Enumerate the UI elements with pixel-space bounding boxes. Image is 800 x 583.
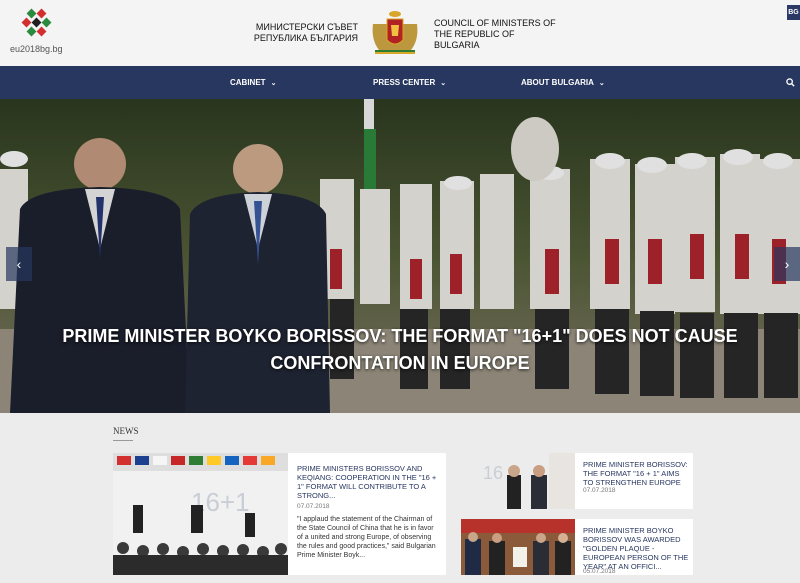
news-section-heading: NEWS <box>113 426 139 436</box>
featured-news-title[interactable]: PRIME MINISTERS BORISSOV AND KEQIANG: CO… <box>297 464 437 500</box>
site-header: eu2018bg.bg МИНИСТЕРСКИ СЪВЕТ РЕПУБЛИКА … <box>0 0 800 66</box>
side-news-date-1: 07.07.2018 <box>583 487 616 494</box>
side-news-card-1[interactable]: 16 PRIME MINISTER BORISSOV: THE FORMAT "… <box>461 453 693 509</box>
nav-item-label: CABINET <box>230 78 266 87</box>
hero-headline[interactable]: PRIME MINISTER BOYKO BORISSOV: THE FORMA… <box>60 323 740 377</box>
slider-prev-button[interactable]: ‹ <box>6 247 32 281</box>
gov-bg-line-2: РЕПУБЛИКА БЪЛГАРИЯ <box>253 33 358 43</box>
side-news-card-2[interactable]: PRIME MINISTER BOYKO BORISSOV WAS AWARDE… <box>461 519 693 575</box>
main-navigation: CABINET ⌄ PRESS CENTER ⌄ ABOUT BULGARIA ⌄ <box>0 66 800 99</box>
hero-slider[interactable]: PRIME MINISTER BOYKO BORISSOV: THE FORMA… <box>0 99 800 413</box>
chevron-left-icon: ‹ <box>16 256 22 272</box>
gov-en-line-3: BULGARIA <box>434 40 480 50</box>
nav-item-label: PRESS CENTER <box>373 78 436 87</box>
side-news-date-2: 05.07.2018 <box>583 568 616 575</box>
featured-news-excerpt: "I applaud the statement of the Chairman… <box>297 516 436 559</box>
heading-underline <box>113 440 133 441</box>
language-switch-button[interactable]: BG <box>787 5 800 20</box>
search-icon[interactable] <box>786 66 795 99</box>
nav-item-label: ABOUT BULGARIA <box>521 78 594 87</box>
gov-bg-line-1: МИНИСТЕРСКИ СЪВЕТ <box>255 22 358 32</box>
side-news-image-1: 16 <box>461 453 575 509</box>
chevron-right-icon: › <box>784 256 790 272</box>
government-name-bulgarian: МИНИСТЕРСКИ СЪВЕТ РЕПУБЛИКА БЪЛГАРИЯ <box>240 22 358 44</box>
chevron-down-icon: ⌄ <box>270 80 277 87</box>
side-news-title-2[interactable]: PRIME MINISTER BOYKO BORISSOV WAS AWARDE… <box>583 526 689 571</box>
featured-news-image: 16+1 <box>113 453 288 575</box>
chevron-down-icon: ⌄ <box>598 80 605 87</box>
svg-text:16: 16 <box>483 463 503 483</box>
nav-item-cabinet[interactable]: CABINET ⌄ <box>230 66 276 99</box>
chevron-down-icon: ⌄ <box>440 80 447 87</box>
gov-en-line-1: COUNCIL OF MINISTERS OF <box>434 18 556 28</box>
featured-news-date: 07.07.2018 <box>297 503 330 510</box>
side-news-title-1[interactable]: PRIME MINISTER BORISSOV: THE FORMAT "16 … <box>583 460 689 487</box>
gov-en-line-2: THE REPUBLIC OF <box>434 29 515 39</box>
presidency-logo-mark <box>21 8 52 37</box>
featured-news-card[interactable]: 16+1 PRIME MINISTERS BORISSOV AND KEQIAN… <box>113 453 446 575</box>
side-news-image-2 <box>461 519 575 575</box>
government-name-english: COUNCIL OF MINISTERS OF THE REPUBLIC OF … <box>434 18 564 51</box>
presidency-url: eu2018bg.bg <box>10 44 63 54</box>
slider-next-button[interactable]: › <box>774 247 800 281</box>
nav-item-about-bulgaria[interactable]: ABOUT BULGARIA ⌄ <box>521 66 605 99</box>
coat-of-arms-icon[interactable] <box>369 10 421 56</box>
nav-item-press-center[interactable]: PRESS CENTER ⌄ <box>373 66 446 99</box>
